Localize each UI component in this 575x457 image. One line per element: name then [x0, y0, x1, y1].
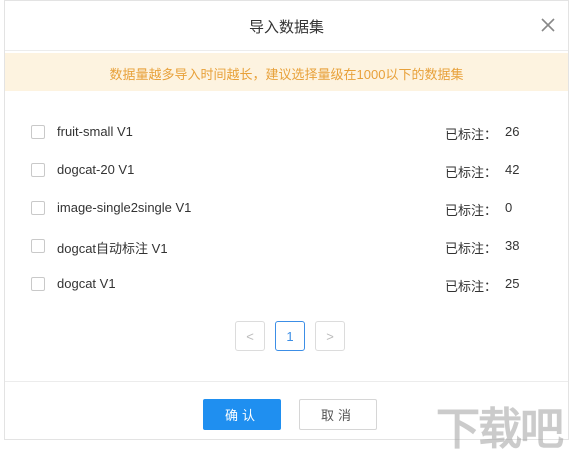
list-item[interactable]: dogcat-20 V1 已标注： 42: [5, 152, 568, 190]
dataset-name: dogcat自动标注 V1: [57, 241, 168, 256]
annotated-count: 38: [505, 238, 520, 253]
site-watermark: 下载吧: [436, 405, 564, 454]
annotated-count: 25: [505, 276, 520, 291]
close-icon[interactable]: [538, 15, 558, 35]
prev-page-button[interactable]: <: [235, 321, 265, 351]
dataset-name: dogcat V1: [57, 276, 116, 291]
dataset-checkbox[interactable]: [31, 201, 45, 215]
dataset-checkbox[interactable]: [31, 125, 45, 139]
annotated-count: 0: [505, 200, 513, 215]
list-item[interactable]: dogcat自动标注 V1 已标注： 38: [5, 228, 568, 266]
import-dataset-dialog: 导入数据集 数据量越多导入时间越长，建议选择量级在1000以下的数据集 frui…: [4, 0, 569, 440]
dataset-name: fruit-small V1: [57, 124, 133, 139]
dataset-checkbox[interactable]: [31, 239, 45, 253]
page-number: 1: [286, 328, 294, 344]
annotated-label: 已标注：: [445, 127, 498, 142]
dialog-title: 导入数据集: [248, 19, 324, 36]
cancel-button[interactable]: 取消: [299, 399, 377, 430]
pagination: < 1 >: [5, 321, 568, 353]
next-page-button[interactable]: >: [315, 321, 345, 351]
chevron-left-icon: <: [246, 328, 254, 344]
dataset-name: dogcat-20 V1: [57, 162, 135, 177]
annotated-label: 已标注：: [445, 203, 498, 218]
annotated-count: 42: [505, 162, 520, 177]
notice-banner: 数据量越多导入时间越长，建议选择量级在1000以下的数据集: [5, 53, 568, 91]
annotated-label: 已标注：: [445, 241, 498, 256]
annotated-label: 已标注：: [445, 165, 498, 180]
annotated-count: 26: [505, 124, 520, 139]
dialog-header: 导入数据集: [5, 1, 568, 51]
list-item[interactable]: image-single2single V1 已标注： 0: [5, 190, 568, 228]
chevron-right-icon: >: [326, 328, 334, 344]
notice-text: 数据量越多导入时间越长，建议选择量级在1000以下的数据集: [109, 67, 464, 82]
annotated-label: 已标注：: [445, 279, 498, 294]
list-item[interactable]: dogcat V1 已标注： 25: [5, 266, 568, 304]
list-item[interactable]: fruit-small V1 已标注： 26: [5, 114, 568, 152]
dataset-name: image-single2single V1: [57, 200, 192, 215]
dataset-checkbox[interactable]: [31, 163, 45, 177]
confirm-button[interactable]: 确认: [203, 399, 281, 430]
page-1-button[interactable]: 1: [275, 321, 305, 351]
dataset-checkbox[interactable]: [31, 277, 45, 291]
